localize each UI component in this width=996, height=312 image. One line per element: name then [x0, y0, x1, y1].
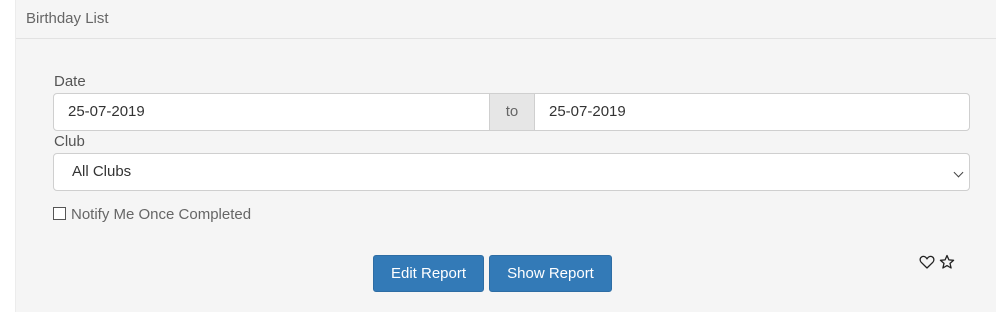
date-range-separator: to — [489, 93, 535, 131]
edit-report-button[interactable]: Edit Report — [373, 255, 484, 292]
club-label: Club — [54, 133, 85, 150]
panel-title: Birthday List — [26, 10, 109, 27]
star-icon[interactable] — [939, 254, 955, 270]
date-to-input[interactable]: 25-07-2019 — [534, 93, 970, 131]
left-sidebar-strip — [0, 0, 16, 312]
show-report-button[interactable]: Show Report — [489, 255, 612, 292]
date-from-input[interactable]: 25-07-2019 — [53, 93, 490, 131]
date-label: Date — [54, 73, 86, 90]
club-select[interactable]: All Clubs — [53, 153, 970, 191]
heart-icon[interactable] — [919, 254, 935, 270]
report-panel: Birthday List Date 25-07-2019 to 25-07-2… — [16, 0, 996, 312]
notify-checkbox-label[interactable]: Notify Me Once Completed — [71, 206, 251, 223]
panel-header: Birthday List — [16, 0, 996, 39]
club-select-value: All Clubs — [72, 163, 132, 180]
chevron-down-icon — [953, 167, 964, 178]
notify-checkbox[interactable] — [53, 207, 66, 220]
